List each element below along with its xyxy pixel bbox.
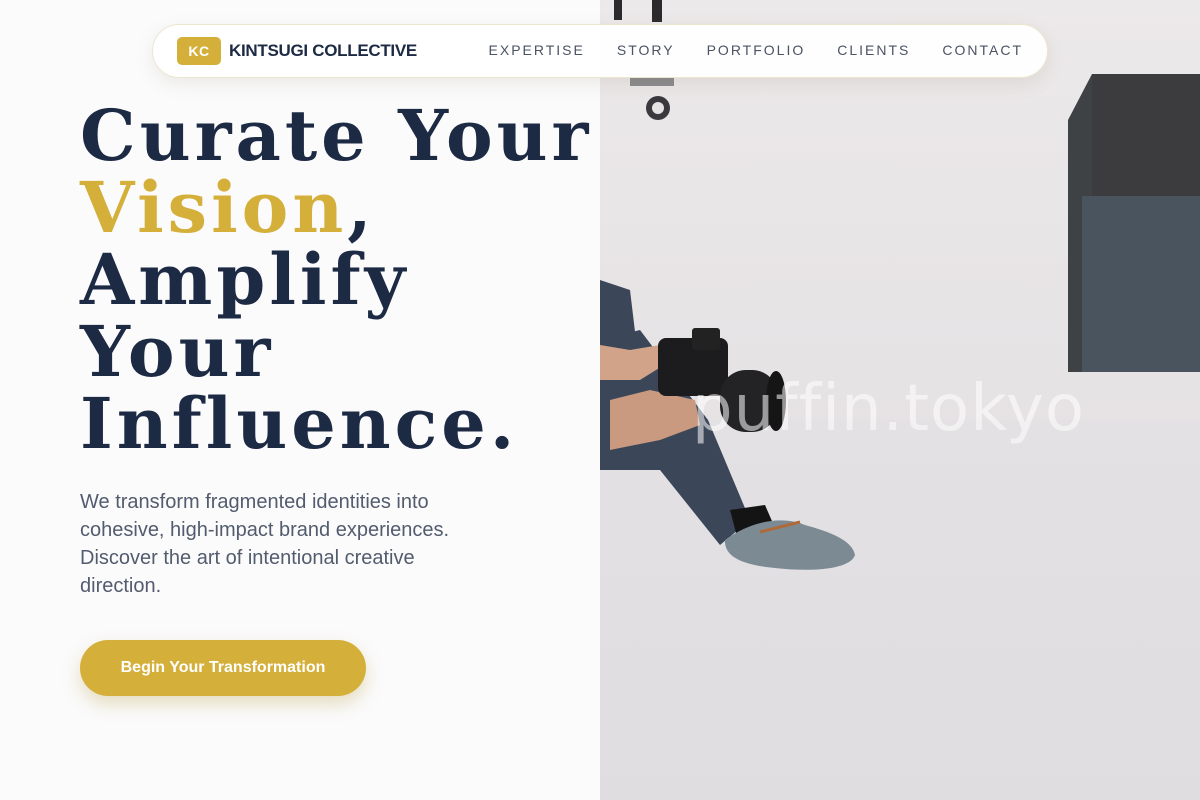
nav-link-story[interactable]: STORY	[617, 42, 675, 58]
hero-subtext: We transform fragmented identities into …	[80, 491, 450, 597]
nav-link-clients[interactable]: CLIENTS	[837, 42, 910, 58]
headline-comma: ,	[347, 166, 376, 249]
begin-transformation-button[interactable]: Begin Your Transformation	[80, 640, 366, 696]
brand-name[interactable]: KINTSUGI COLLECTIVE	[229, 41, 417, 61]
navbar: KC KINTSUGI COLLECTIVE EXPERTISE STORY P…	[152, 24, 1048, 78]
box-front	[1082, 196, 1200, 372]
box-top	[1092, 74, 1200, 198]
headline-line-5: Influence.	[80, 382, 519, 465]
caster-bracket	[630, 78, 674, 86]
nav-link-contact[interactable]: CONTACT	[942, 42, 1023, 58]
nav-links: EXPERTISE STORY PORTFOLIO CLIENTS CONTAC…	[489, 42, 1023, 58]
headline-line-4: Your	[80, 310, 275, 393]
hero-headline: Curate Your Vision, Amplify Your Influen…	[80, 94, 593, 465]
headline-line-3: Amplify	[80, 238, 410, 321]
caster-hub	[652, 102, 664, 114]
nav-link-expertise[interactable]: EXPERTISE	[489, 42, 585, 58]
logo-badge[interactable]: KC	[177, 37, 221, 65]
watermark: puffin.tokyo	[692, 372, 1085, 446]
nav-link-portfolio[interactable]: PORTFOLIO	[707, 42, 806, 58]
headline-line-2: Vision,	[80, 172, 580, 244]
headline-accent: Vision	[80, 166, 348, 249]
camera-prism	[692, 328, 720, 350]
leg-jeans	[600, 280, 636, 345]
headline-line-1: Curate Your	[80, 94, 593, 177]
stand-leg	[652, 0, 662, 22]
stand-leg	[614, 0, 622, 20]
